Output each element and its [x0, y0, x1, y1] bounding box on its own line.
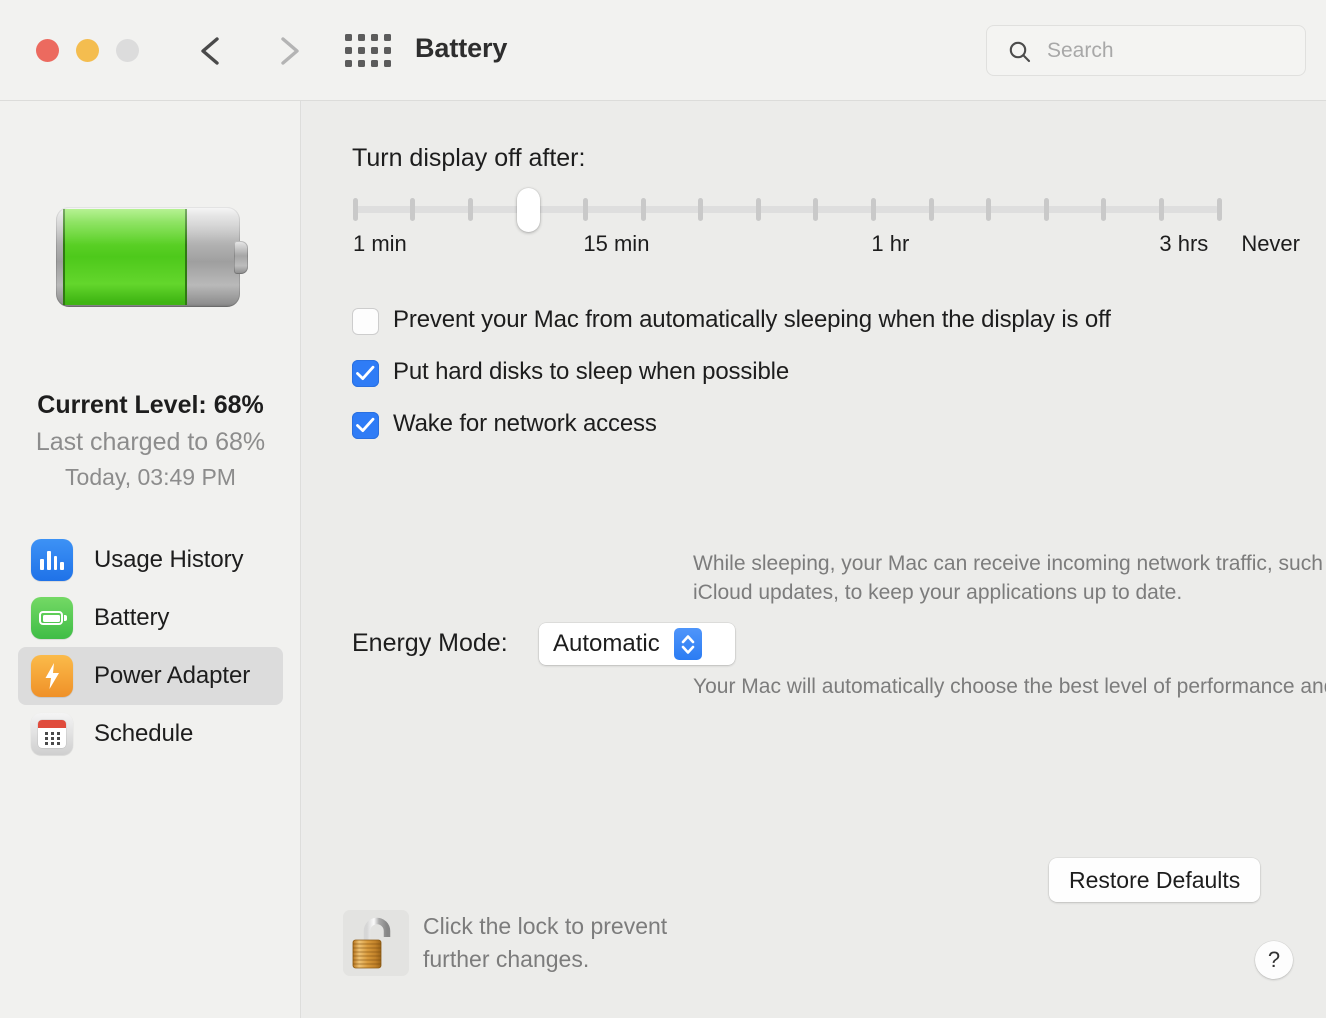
energy-mode-label: Energy Mode:	[352, 629, 508, 657]
prevent-sleep-checkbox[interactable]	[352, 308, 379, 335]
slider-tick	[467, 198, 473, 221]
battery-graphic	[56, 207, 248, 307]
sidebar-item-label: Battery	[94, 604, 170, 631]
slider-tick	[1158, 198, 1164, 221]
restore-defaults-button[interactable]: Restore Defaults	[1049, 858, 1261, 902]
turn-display-off-label: Turn display off after:	[352, 144, 586, 172]
sidebar-item-power-adapter[interactable]: Power Adapter	[18, 647, 283, 705]
lock-text: Click the lock to prevent further change…	[423, 910, 667, 976]
system-preferences-window: Battery Current Level: 68% Last charged …	[0, 0, 1326, 1018]
slider-mark-label: Never	[1241, 231, 1300, 256]
unlocked-padlock-icon[interactable]	[343, 910, 409, 976]
lock-text-line2: further changes.	[423, 946, 590, 972]
wake-network-description: While sleeping, your Mac can receive inc…	[693, 552, 1326, 604]
slider-tick	[1216, 198, 1222, 221]
power-adapter-icon	[31, 655, 73, 697]
slider-tick	[698, 198, 704, 221]
slider-tick	[352, 198, 358, 221]
slider-tick	[928, 198, 934, 221]
slider-tick	[582, 198, 588, 221]
current-level-text: Current Level: 68%	[37, 391, 264, 419]
hard-disk-sleep-checkbox[interactable]	[352, 360, 379, 387]
back-arrow-icon[interactable]	[190, 28, 234, 74]
hard-disk-sleep-row[interactable]: Put hard disks to sleep when possible	[352, 358, 789, 387]
prevent-sleep-label: Prevent your Mac from automatically slee…	[393, 306, 1111, 333]
sidebar-list: Usage History Battery Power Adapter Sche…	[0, 531, 301, 763]
search-icon	[1007, 39, 1033, 70]
title-bar: Battery	[0, 0, 1326, 101]
hard-disk-sleep-label: Put hard disks to sleep when possible	[393, 358, 790, 385]
schedule-icon	[31, 713, 73, 755]
show-all-icon[interactable]	[345, 31, 391, 69]
slider-track[interactable]	[355, 206, 1219, 213]
last-charged-text: Last charged to 68%	[35, 428, 266, 456]
slider-knob[interactable]	[516, 188, 540, 232]
wake-network-row[interactable]: Wake for network access	[352, 410, 657, 439]
slider-mark-label: 15 min	[583, 231, 650, 256]
lock-text-line1: Click the lock to prevent	[423, 913, 668, 939]
wake-network-label: Wake for network access	[393, 410, 657, 437]
slider-tick	[813, 198, 819, 221]
display-sleep-slider[interactable]	[352, 188, 1222, 232]
slider-mark-label: 1 hr	[871, 231, 910, 256]
sidebar-item-label: Usage History	[94, 546, 244, 573]
slider-tick	[640, 198, 646, 221]
prevent-sleep-row[interactable]: Prevent your Mac from automatically slee…	[352, 306, 1111, 335]
battery-icon	[31, 597, 73, 639]
minimize-window-button[interactable]	[76, 39, 99, 62]
maximize-window-button[interactable]	[116, 39, 139, 62]
slider-mark-label: 3 hrs	[1159, 231, 1209, 256]
energy-mode-value: Automatic	[553, 630, 660, 657]
sidebar-item-label: Schedule	[94, 720, 194, 747]
slider-mark-label: 1 min	[353, 231, 407, 256]
last-charged-time: Today, 03:49 PM	[65, 464, 236, 490]
search-field[interactable]	[986, 25, 1306, 76]
usage-history-icon	[31, 539, 73, 581]
slider-tick	[1101, 198, 1107, 221]
sidebar: Current Level: 68% Last charged to 68% T…	[0, 101, 301, 1018]
slider-tick	[1043, 198, 1049, 221]
chevron-up-down-icon[interactable]	[673, 628, 702, 660]
sidebar-item-usage-history[interactable]: Usage History	[18, 531, 283, 589]
sidebar-item-schedule[interactable]: Schedule	[18, 705, 283, 763]
lock-area: Click the lock to prevent further change…	[343, 910, 667, 976]
energy-mode-select[interactable]: Automatic	[539, 623, 735, 665]
close-window-button[interactable]	[36, 39, 59, 62]
forward-arrow-icon[interactable]	[266, 28, 310, 74]
sidebar-item-label: Power Adapter	[94, 662, 251, 689]
energy-mode-description: Your Mac will automatically choose the b…	[693, 675, 1326, 698]
sidebar-item-battery[interactable]: Battery	[18, 589, 283, 647]
page-title: Battery	[415, 33, 508, 63]
slider-tick	[410, 198, 416, 221]
slider-tick	[755, 198, 761, 221]
main-pane: Turn display off after: 1 min 15 min 1 hr 3…	[302, 101, 1326, 1018]
slider-tick	[870, 198, 876, 221]
slider-tick	[986, 198, 992, 221]
help-button[interactable]: ?	[1255, 941, 1293, 979]
wake-network-checkbox[interactable]	[352, 412, 379, 439]
search-input[interactable]	[1045, 26, 1295, 75]
